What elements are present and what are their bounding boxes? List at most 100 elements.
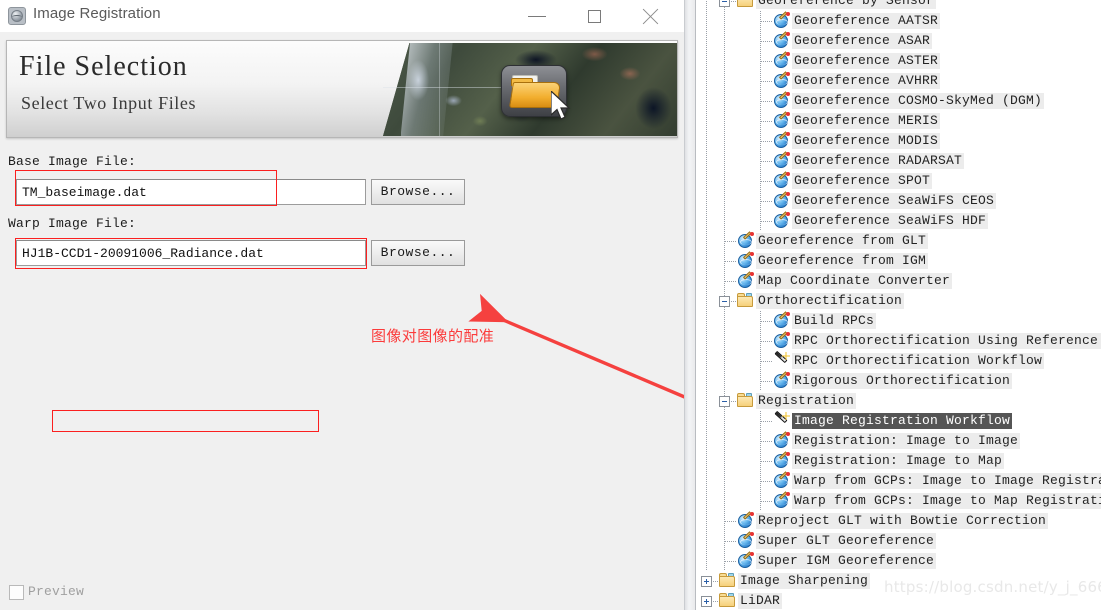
- tree-item[interactable]: Georeference SPOT: [697, 171, 1101, 191]
- tree-item[interactable]: Registration: Image to Map: [697, 451, 1101, 471]
- warp-image-file-label: Warp Image File:: [8, 216, 137, 231]
- globe-pencil-icon: [773, 51, 790, 69]
- tree-item[interactable]: Georeference MERIS: [697, 111, 1101, 131]
- tree-item[interactable]: Super GLT Georeference: [697, 531, 1101, 551]
- base-image-file-input[interactable]: [16, 179, 366, 205]
- base-image-file-label: Base Image File:: [8, 154, 137, 169]
- globe-pencil-icon: [773, 371, 790, 389]
- expand-toggle-icon[interactable]: [701, 596, 712, 607]
- banner-subheading: Select Two Input Files: [21, 93, 197, 113]
- tree-item-label: Reproject GLT with Bowtie Correction: [756, 513, 1049, 529]
- tree-item[interactable]: Georeference RADARSAT: [697, 151, 1101, 171]
- collapse-toggle-icon[interactable]: [719, 0, 730, 7]
- tree-item-label: Georeference RADARSAT: [792, 153, 965, 169]
- globe-pencil-icon: [773, 111, 790, 129]
- tree-item[interactable]: Warp from GCPs: Image to Map Registratio…: [697, 491, 1101, 511]
- tree-item-label: Georeference SPOT: [792, 173, 933, 189]
- tree-item-label: Image Sharpening: [738, 573, 871, 589]
- tree-item[interactable]: Super IGM Georeference: [697, 551, 1101, 571]
- tree-item[interactable]: Georeference from IGM: [697, 251, 1101, 271]
- tree-item-label: Registration: Image to Image: [792, 433, 1021, 449]
- tree-item-label: RPC Orthorectification Workflow: [792, 353, 1045, 369]
- tree-item[interactable]: Georeference SeaWiFS CEOS: [697, 191, 1101, 211]
- globe-pencil-icon: [773, 491, 790, 509]
- tree-item-label: Georeference by Sensor: [756, 0, 937, 9]
- warp-image-file-input[interactable]: [16, 240, 366, 266]
- tree-item[interactable]: Registration: [697, 391, 1101, 411]
- globe-pencil-icon: [737, 271, 754, 289]
- tree-item[interactable]: Georeference COSMO-SkyMed (DGM): [697, 91, 1101, 111]
- tree-item-label: Registration: Image to Map: [792, 453, 1005, 469]
- minimize-button[interactable]: [514, 0, 560, 32]
- toolbox-tree[interactable]: Georeference by Sensor Georeference AATSR…: [697, 0, 1101, 610]
- magic-wand-icon: [773, 350, 790, 369]
- tree-item-label: Georeference ASTER: [792, 53, 941, 69]
- tree-item-label: Orthorectification: [756, 293, 905, 309]
- tree-item[interactable]: Georeference SeaWiFS HDF: [697, 211, 1101, 231]
- tree-item[interactable]: Image Registration Workflow: [697, 410, 1101, 431]
- folder-icon: [737, 293, 754, 309]
- tree-item-label: Warp from GCPs: Image to Image Registrat…: [792, 473, 1101, 489]
- preview-label: Preview: [28, 584, 85, 599]
- tree-item-label: Georeference ASAR: [792, 33, 933, 49]
- globe-pencil-icon: [773, 471, 790, 489]
- magic-wand-icon: [773, 410, 790, 429]
- tree-item-label: Georeference SeaWiFS CEOS: [792, 193, 997, 209]
- tree-item[interactable]: RPC Orthorectification Using Reference I…: [697, 331, 1101, 351]
- tree-item[interactable]: RPC Orthorectification Workflow: [697, 350, 1101, 371]
- tree-item-label: LiDAR: [738, 593, 783, 609]
- tree-item-label: Georeference AVHRR: [792, 73, 941, 89]
- tree-item-label: Georeference MODIS: [792, 133, 941, 149]
- globe-pencil-icon: [737, 231, 754, 249]
- tree-item[interactable]: Georeference ASAR: [697, 31, 1101, 51]
- tree-item-label: Georeference SeaWiFS HDF: [792, 213, 989, 229]
- tree-item[interactable]: Orthorectification: [697, 291, 1101, 311]
- tree-item[interactable]: Georeference by Sensor: [697, 0, 1101, 11]
- globe-pencil-icon: [773, 431, 790, 449]
- tree-item[interactable]: Georeference ASTER: [697, 51, 1101, 71]
- tree-item[interactable]: Georeference AVHRR: [697, 71, 1101, 91]
- globe-pencil-icon: [773, 151, 790, 169]
- globe-pencil-icon: [773, 131, 790, 149]
- tree-item-label: Image Registration Workflow: [792, 413, 1013, 429]
- globe-pencil-icon: [737, 551, 754, 569]
- tree-item[interactable]: Rigorous Orthorectification: [697, 371, 1101, 391]
- tree-item[interactable]: Map Coordinate Converter: [697, 271, 1101, 291]
- folder-icon: [737, 393, 754, 409]
- collapse-toggle-icon[interactable]: [719, 396, 730, 407]
- tree-item[interactable]: Registration: Image to Image: [697, 431, 1101, 451]
- satellite-image-graphic: [383, 41, 677, 137]
- tree-item-label: Rigorous Orthorectification: [792, 373, 1013, 389]
- panel-divider[interactable]: [684, 0, 696, 610]
- annotation-text: 图像对图像的配准: [371, 327, 495, 345]
- globe-pencil-icon: [773, 31, 790, 49]
- maximize-button[interactable]: [572, 0, 618, 32]
- browse-warp-button[interactable]: Browse...: [371, 240, 465, 266]
- tree-item[interactable]: Reproject GLT with Bowtie Correction: [697, 511, 1101, 531]
- tree-item-label: Warp from GCPs: Image to Map Registratio…: [792, 493, 1101, 509]
- tree-item[interactable]: Georeference from GLT: [697, 231, 1101, 251]
- globe-pencil-icon: [773, 11, 790, 29]
- tree-item-label: Georeference from GLT: [756, 233, 929, 249]
- tree-item[interactable]: Georeference AATSR: [697, 11, 1101, 31]
- watermark: https://blog.csdn.net/y_j_6666: [884, 578, 1101, 596]
- folder-icon: [719, 573, 736, 589]
- globe-pencil-icon: [773, 191, 790, 209]
- tree-item[interactable]: Build RPCs: [697, 311, 1101, 331]
- window-titlebar: Image Registration: [0, 0, 684, 32]
- tree-item[interactable]: Warp from GCPs: Image to Image Registrat…: [697, 471, 1101, 491]
- window-title: Image Registration: [33, 5, 161, 22]
- tree-item-label: Georeference COSMO-SkyMed (DGM): [792, 93, 1045, 109]
- collapse-toggle-icon[interactable]: [719, 296, 730, 307]
- browse-base-button[interactable]: Browse...: [371, 179, 465, 205]
- tree-item[interactable]: Georeference MODIS: [697, 131, 1101, 151]
- preview-checkbox[interactable]: [9, 585, 24, 600]
- tree-item-label: Georeference MERIS: [792, 113, 941, 129]
- globe-pencil-icon: [773, 311, 790, 329]
- close-button[interactable]: [631, 0, 677, 32]
- expand-toggle-icon[interactable]: [701, 576, 712, 587]
- banner-heading: File Selection: [19, 51, 188, 82]
- tree-item-label: Georeference AATSR: [792, 13, 941, 29]
- globe-pencil-icon: [737, 531, 754, 549]
- globe-pencil-icon: [773, 171, 790, 189]
